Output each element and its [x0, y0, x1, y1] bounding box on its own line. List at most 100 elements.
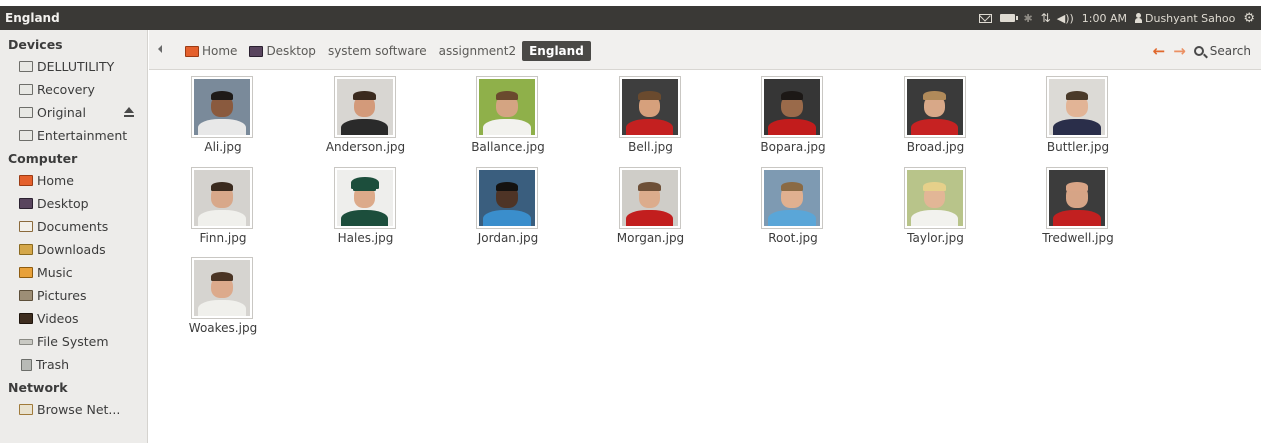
mail-icon[interactable]	[979, 13, 993, 23]
sidebar-item-label: Browse Net...	[37, 402, 121, 417]
battery-icon[interactable]	[1000, 14, 1019, 22]
file-name: Root.jpg	[768, 230, 818, 245]
file-name: Broad.jpg	[906, 140, 965, 154]
file-item[interactable]: Bell.jpg	[577, 70, 717, 158]
network-icon[interactable]: ⇅	[1041, 11, 1051, 25]
image-thumbnail	[903, 166, 966, 229]
file-name: Ballance.jpg	[471, 140, 545, 154]
user-icon	[1135, 13, 1142, 23]
image-thumbnail	[191, 166, 253, 229]
file-item[interactable]: Tredwell.jpg	[1004, 161, 1144, 249]
file-item[interactable]: Finn.jpg	[149, 161, 289, 249]
file-item[interactable]: Ali.jpg	[149, 70, 289, 158]
file-item[interactable]: Hales.jpg	[292, 161, 432, 249]
sidebar-item-label: Home	[37, 173, 74, 188]
sidebar-item-label: Recovery	[37, 82, 95, 97]
sidebar-item-label: Music	[37, 265, 73, 280]
breadcrumb-label: system software	[327, 44, 427, 58]
bluetooth-icon[interactable]: ✱	[1023, 12, 1032, 25]
drive-icon	[19, 61, 33, 72]
gear-icon[interactable]: ⚙	[1243, 11, 1255, 26]
top-panel: England ✱ ⇅ ◀)) 1:00 AM Dushyant Sahoo ⚙	[0, 6, 1261, 30]
sidebar-item-home[interactable]: Home	[0, 169, 147, 192]
sidebar-item-documents[interactable]: Documents	[0, 215, 147, 238]
breadcrumb-label: assignment2	[438, 44, 517, 58]
sidebar-item-label: Desktop	[37, 196, 89, 211]
image-thumbnail	[761, 76, 823, 138]
file-item[interactable]: Bopara.jpg	[719, 70, 859, 158]
sidebar-item-recovery[interactable]: Recovery	[0, 78, 147, 101]
sidebar: Devices DELLUTILITY Recovery Original Entert…	[0, 30, 148, 443]
sidebar-item-music[interactable]: Music	[0, 261, 147, 284]
image-thumbnail	[903, 76, 966, 138]
image-thumbnail	[191, 257, 253, 319]
sidebar-item-label: File System	[37, 334, 109, 349]
sidebar-item-videos[interactable]: Videos	[0, 307, 147, 330]
sidebar-item-downloads[interactable]: Downloads	[0, 238, 147, 261]
file-item[interactable]: Root.jpg	[719, 161, 859, 249]
trash-icon	[21, 358, 32, 371]
back-arrow-icon[interactable]: ←	[1153, 42, 1166, 60]
breadcrumb: Home Desktop system software assignment2 Eng…	[179, 41, 591, 61]
file-item[interactable]: Ballance.jpg	[434, 70, 574, 158]
clock[interactable]: 1:00 AM	[1082, 12, 1127, 25]
sidebar-item-desktop[interactable]: Desktop	[0, 192, 147, 215]
sidebar-item-pictures[interactable]: Pictures	[0, 284, 147, 307]
file-name: Taylor.jpg	[907, 230, 964, 245]
file-name: Buttler.jpg	[1046, 140, 1110, 154]
file-name: Bopara.jpg	[760, 140, 826, 154]
player-photo	[336, 79, 393, 135]
sidebar-item-browse-net[interactable]: Browse Net...	[0, 398, 147, 421]
player-photo	[621, 79, 678, 135]
filesystem-icon	[19, 338, 33, 345]
forward-arrow-icon[interactable]: →	[1173, 42, 1186, 60]
documents-icon	[19, 221, 33, 232]
file-name: Morgan.jpg	[616, 230, 685, 245]
file-item[interactable]: Anderson.jpg	[292, 70, 432, 158]
file-item[interactable]: Jordan.jpg	[434, 161, 574, 249]
toolbar: Home Desktop system software assignment2 Eng…	[149, 30, 1261, 70]
sidebar-section-heading: Computer	[8, 151, 78, 166]
eject-icon[interactable]	[124, 107, 134, 117]
file-item[interactable]: Morgan.jpg	[577, 161, 717, 249]
file-item[interactable]: Buttler.jpg	[1004, 70, 1144, 158]
sidebar-item-original[interactable]: Original	[0, 101, 147, 124]
breadcrumb-item[interactable]: England	[522, 41, 591, 61]
file-browser-main: Home Desktop system software assignment2 Eng…	[149, 30, 1261, 443]
sidebar-section-heading: Devices	[8, 37, 63, 52]
file-item[interactable]: Woakes.jpg	[149, 251, 289, 339]
file-name: Anderson.jpg	[325, 140, 406, 154]
sidebar-item-file-system[interactable]: File System	[0, 330, 147, 353]
sidebar-item-label: Trash	[36, 357, 70, 372]
music-icon	[19, 267, 33, 278]
breadcrumb-back-icon[interactable]	[158, 45, 162, 53]
breadcrumb-label: Home	[202, 44, 238, 58]
file-name: Ali.jpg	[204, 140, 242, 154]
breadcrumb-item[interactable]: Desktop	[243, 41, 322, 61]
sidebar-item-label: Pictures	[37, 288, 87, 303]
breadcrumb-item[interactable]: assignment2	[433, 41, 522, 61]
search-icon	[1193, 46, 1204, 56]
search-button[interactable]: Search	[1193, 44, 1251, 58]
sidebar-item-dellutility[interactable]: DELLUTILITY	[0, 55, 147, 78]
user-menu[interactable]: Dushyant Sahoo	[1135, 12, 1235, 25]
player-photo	[479, 79, 535, 135]
breadcrumb-item[interactable]: system software	[322, 41, 433, 61]
file-item[interactable]: Taylor.jpg	[862, 161, 1002, 249]
breadcrumb-label: Desktop	[266, 44, 316, 58]
file-item[interactable]: Broad.jpg	[862, 70, 1002, 158]
file-name: Jordan.jpg	[477, 230, 539, 245]
player-photo	[621, 169, 678, 226]
home-icon	[185, 45, 199, 57]
image-thumbnail	[618, 76, 681, 138]
drive-icon	[19, 130, 33, 141]
sidebar-item-label: Videos	[37, 311, 79, 326]
sidebar-item-trash[interactable]: Trash	[0, 353, 147, 376]
sidebar-item-entertainment[interactable]: Entertainment	[0, 124, 147, 147]
user-name: Dushyant Sahoo	[1145, 11, 1236, 25]
volume-icon[interactable]: ◀))	[1057, 12, 1074, 25]
breadcrumb-item[interactable]: Home	[179, 41, 243, 61]
player-photo	[764, 79, 820, 135]
sidebar-item-label: Documents	[37, 219, 109, 234]
player-photo	[194, 169, 250, 226]
